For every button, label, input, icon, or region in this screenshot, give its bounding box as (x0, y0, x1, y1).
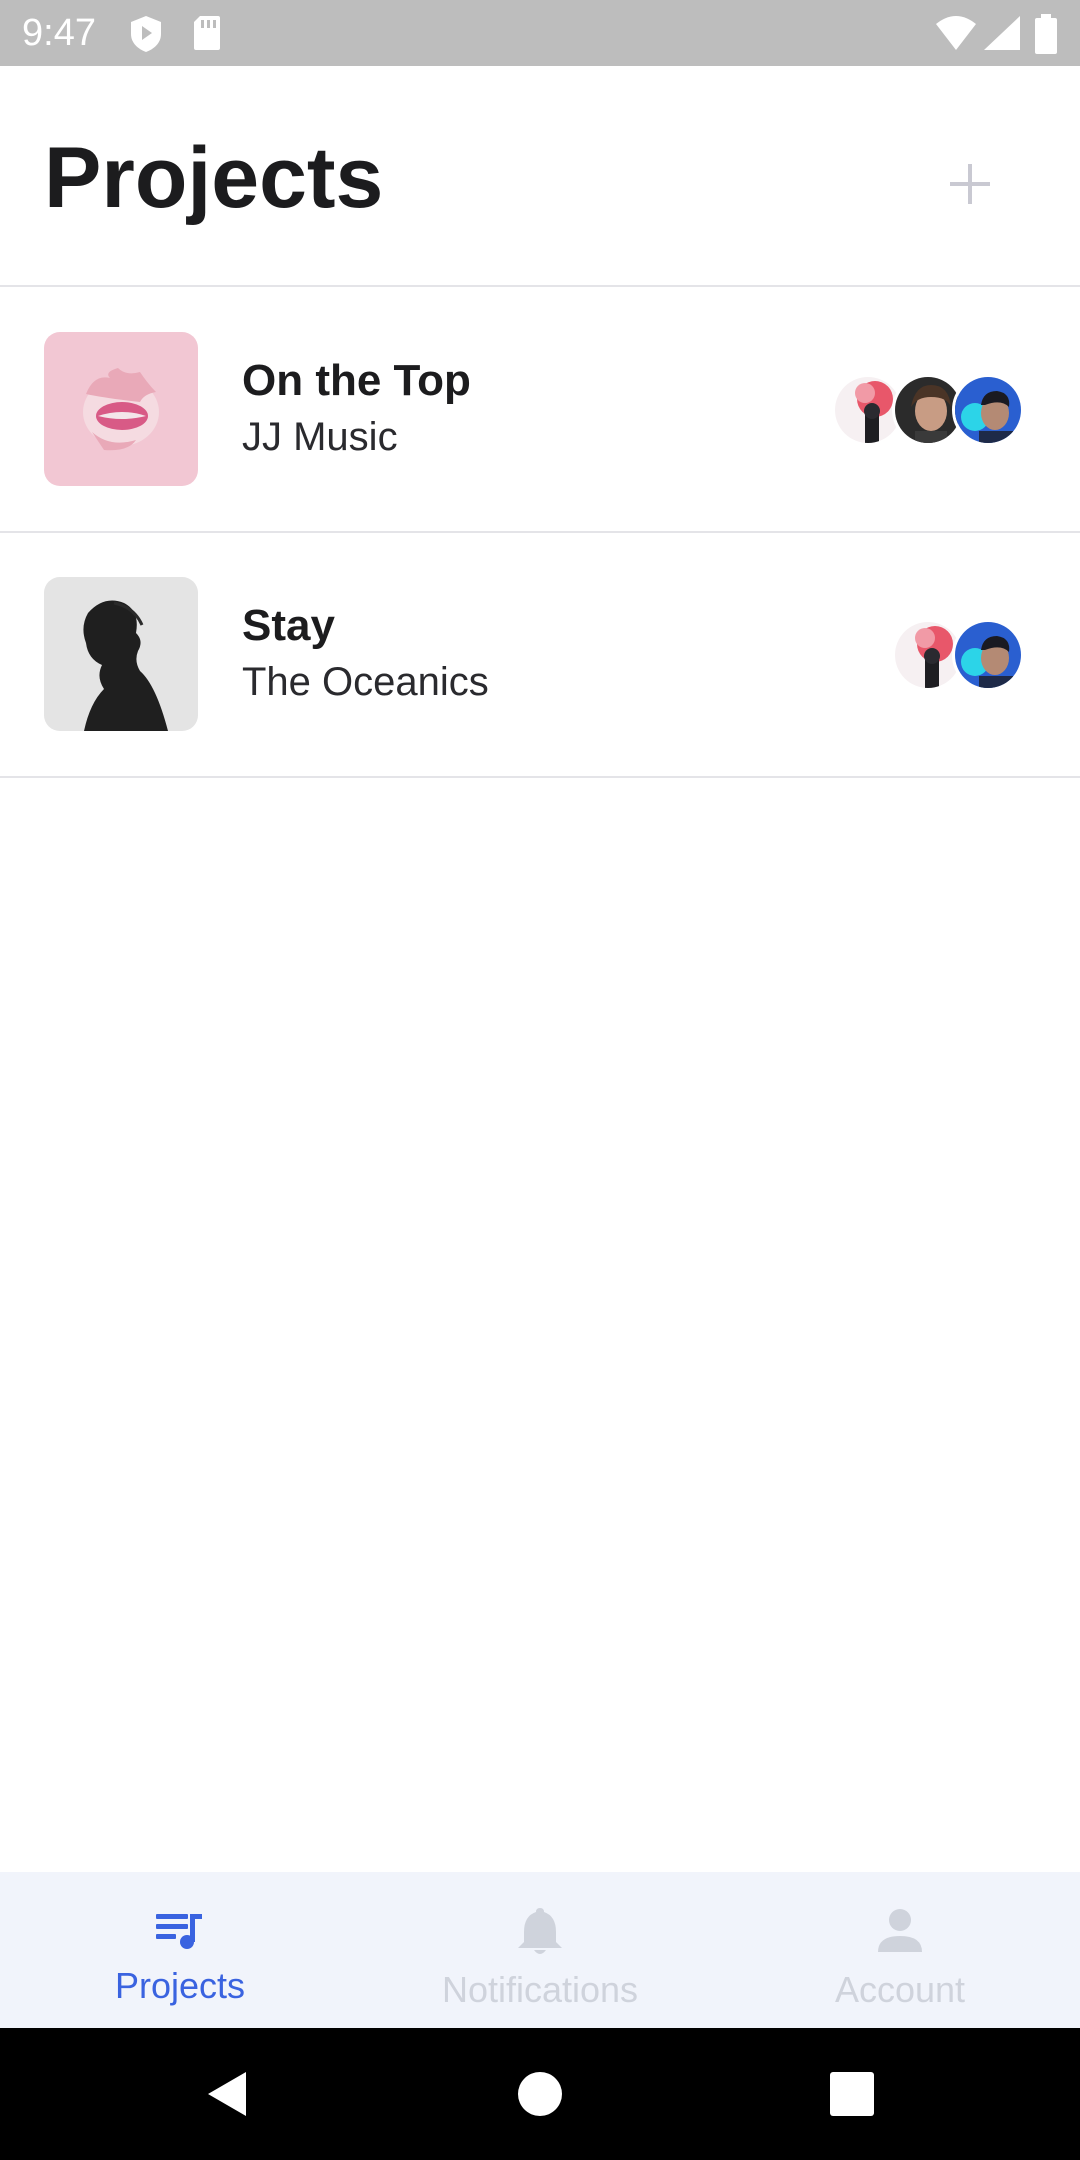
project-artist: The Oceanics (242, 660, 489, 704)
recents-icon[interactable] (824, 2066, 880, 2122)
wifi-icon (936, 16, 976, 50)
tab-account[interactable]: Account (720, 1872, 1080, 2028)
tab-label: Projects (114, 1965, 246, 2006)
status-bar: 9:47 (0, 0, 1080, 66)
project-title: Stay (242, 601, 335, 650)
project-row[interactable]: Stay The Oceanics (0, 533, 1080, 778)
collaborator-avatars (892, 619, 1028, 691)
signal-icon (984, 16, 1020, 50)
avatar (952, 619, 1024, 691)
project-row[interactable]: On the Top JJ Music (0, 288, 1080, 533)
status-time: 9:47 (22, 12, 96, 54)
sd-card-icon (194, 16, 220, 50)
header: Projects (0, 66, 1080, 287)
music-queue-icon (156, 1914, 202, 1949)
avatar (952, 374, 1024, 446)
tab-label: Account (834, 1969, 966, 2010)
system-navigation-bar (0, 2028, 1080, 2160)
back-icon[interactable] (198, 2066, 254, 2122)
plus-icon (950, 164, 990, 204)
home-icon[interactable] (512, 2066, 568, 2122)
battery-icon (1035, 14, 1057, 54)
page-title: Projects (44, 130, 384, 226)
bottom-navigation: Projects Notifications Account (0, 1872, 1080, 2028)
add-project-button[interactable] (930, 144, 1010, 224)
project-cover-image (44, 332, 198, 486)
tab-label: Notifications (441, 1969, 639, 2010)
tab-notifications[interactable]: Notifications (360, 1872, 720, 2028)
project-cover-image (44, 577, 198, 731)
project-artist: JJ Music (242, 415, 398, 459)
project-title: On the Top (242, 356, 471, 405)
person-icon (878, 1909, 922, 1952)
project-list: On the Top JJ Music Stay The Oceanics (0, 288, 1080, 778)
shield-icon (131, 16, 161, 52)
bell-icon (518, 1908, 562, 1954)
collaborator-avatars (832, 374, 1028, 446)
tab-projects[interactable]: Projects (0, 1872, 360, 2028)
